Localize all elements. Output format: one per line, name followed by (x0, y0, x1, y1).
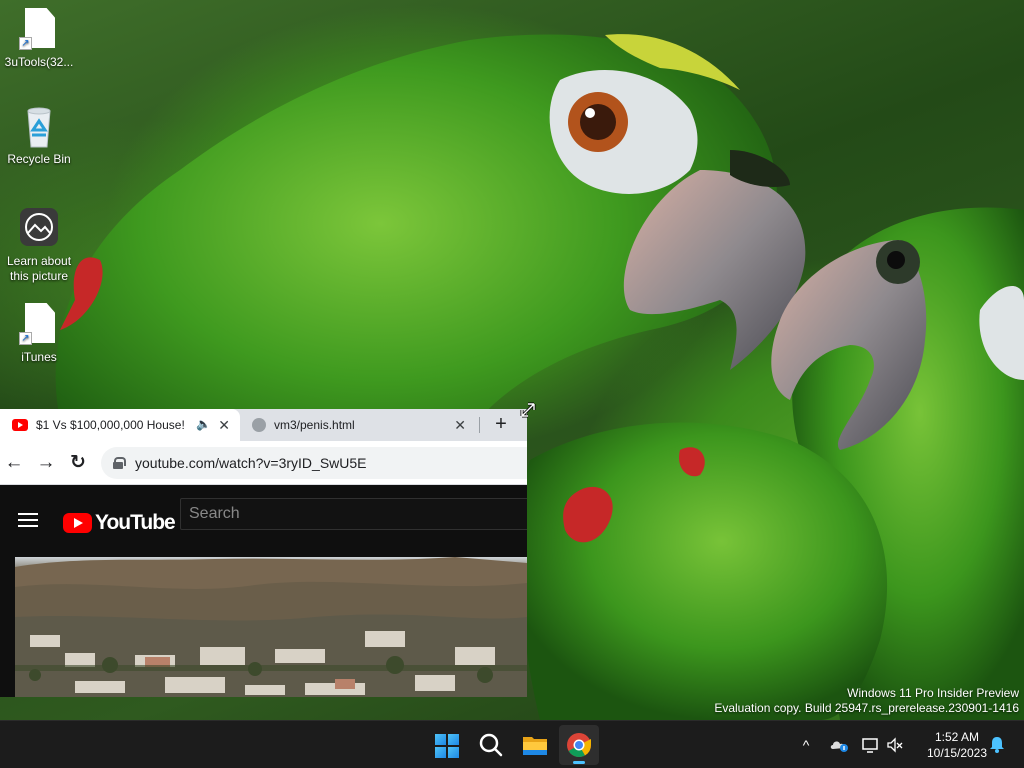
desktop-icon-3utools[interactable]: ↗ 3uTools(32... (1, 8, 77, 70)
reload-button[interactable]: ↻ (65, 451, 91, 475)
tab-strip: $1 Vs $100,000,000 House! 🔈 ✕ vm3/penis.… (0, 409, 527, 441)
document-shortcut-icon: ↗ (19, 303, 59, 347)
volume-muted-icon[interactable] (884, 721, 906, 768)
youtube-logo-icon (63, 513, 92, 533)
windows-watermark: Windows 11 Pro Insider Preview Evaluatio… (714, 686, 1019, 716)
youtube-header: YouTube Search (0, 486, 527, 556)
tab-vm3[interactable]: vm3/penis.html ✕ (244, 409, 476, 441)
menu-icon[interactable] (18, 513, 38, 527)
taskbar: ^ 1:52 AM 10/15/2023 (0, 720, 1024, 768)
close-tab-icon[interactable]: ✕ (454, 417, 466, 433)
learn-about-picture-icon (19, 207, 59, 251)
chrome-button[interactable] (559, 725, 599, 765)
resize-cursor-icon (519, 401, 537, 419)
search-button[interactable] (471, 725, 511, 765)
youtube-favicon (12, 419, 28, 431)
desktop-icon-itunes[interactable]: ↗ iTunes (1, 303, 77, 365)
youtube-logo-text: YouTube (95, 511, 176, 534)
desktop-icon-label: 3uTools(32... (4, 55, 74, 69)
desktop-icon-recycle-bin[interactable]: Recycle Bin (1, 105, 77, 167)
tab-title: $1 Vs $100,000,000 House! (36, 418, 185, 432)
folder-icon (523, 737, 547, 755)
address-bar-url: youtube.com/watch?v=3ryID_SwU5E (135, 455, 367, 471)
chrome-icon (567, 733, 591, 758)
youtube-search-input[interactable]: Search (180, 498, 527, 530)
watermark-line-1: Windows 11 Pro Insider Preview (847, 686, 1019, 700)
watermark-line-2: Evaluation copy. Build 25947.rs_prerelea… (714, 701, 1019, 715)
notification-bell-icon[interactable] (986, 721, 1008, 768)
globe-icon (252, 418, 266, 432)
back-button[interactable]: ← (1, 451, 27, 475)
recycle-bin-icon (19, 105, 59, 149)
desktop-icon-learn-about-picture[interactable]: Learn about this picture (1, 207, 77, 284)
network-icon[interactable] (858, 721, 882, 768)
desktop-icon-label: Learn about this picture (6, 254, 72, 283)
tab-title: vm3/penis.html (274, 418, 355, 432)
new-tab-button[interactable]: + (490, 413, 512, 435)
close-tab-icon[interactable]: ✕ (218, 417, 230, 433)
forward-button[interactable]: → (33, 451, 59, 475)
windows-logo-icon (435, 734, 459, 758)
chrome-window: $1 Vs $100,000,000 House! 🔈 ✕ vm3/penis.… (0, 409, 527, 697)
start-button[interactable] (426, 725, 466, 765)
document-shortcut-icon: ↗ (19, 8, 59, 52)
lock-icon[interactable] (113, 457, 126, 469)
speaker-icon[interactable]: 🔈 (196, 417, 211, 431)
show-hidden-icons-button[interactable]: ^ (796, 721, 816, 768)
search-icon (479, 733, 503, 757)
video-player[interactable] (15, 557, 527, 697)
onedrive-icon[interactable] (827, 721, 851, 768)
file-explorer-button[interactable] (515, 725, 555, 765)
desktop-icon-label: Recycle Bin (7, 152, 71, 166)
youtube-logo[interactable]: YouTube (63, 511, 176, 535)
tab-youtube[interactable]: $1 Vs $100,000,000 House! 🔈 ✕ (0, 409, 240, 441)
address-bar[interactable]: youtube.com/watch?v=3ryID_SwU5E (101, 447, 527, 479)
browser-toolbar: ← → ↻ youtube.com/watch?v=3ryID_SwU5E (0, 441, 527, 485)
desktop-icon-label: iTunes (21, 350, 57, 364)
tab-separator (479, 417, 480, 433)
